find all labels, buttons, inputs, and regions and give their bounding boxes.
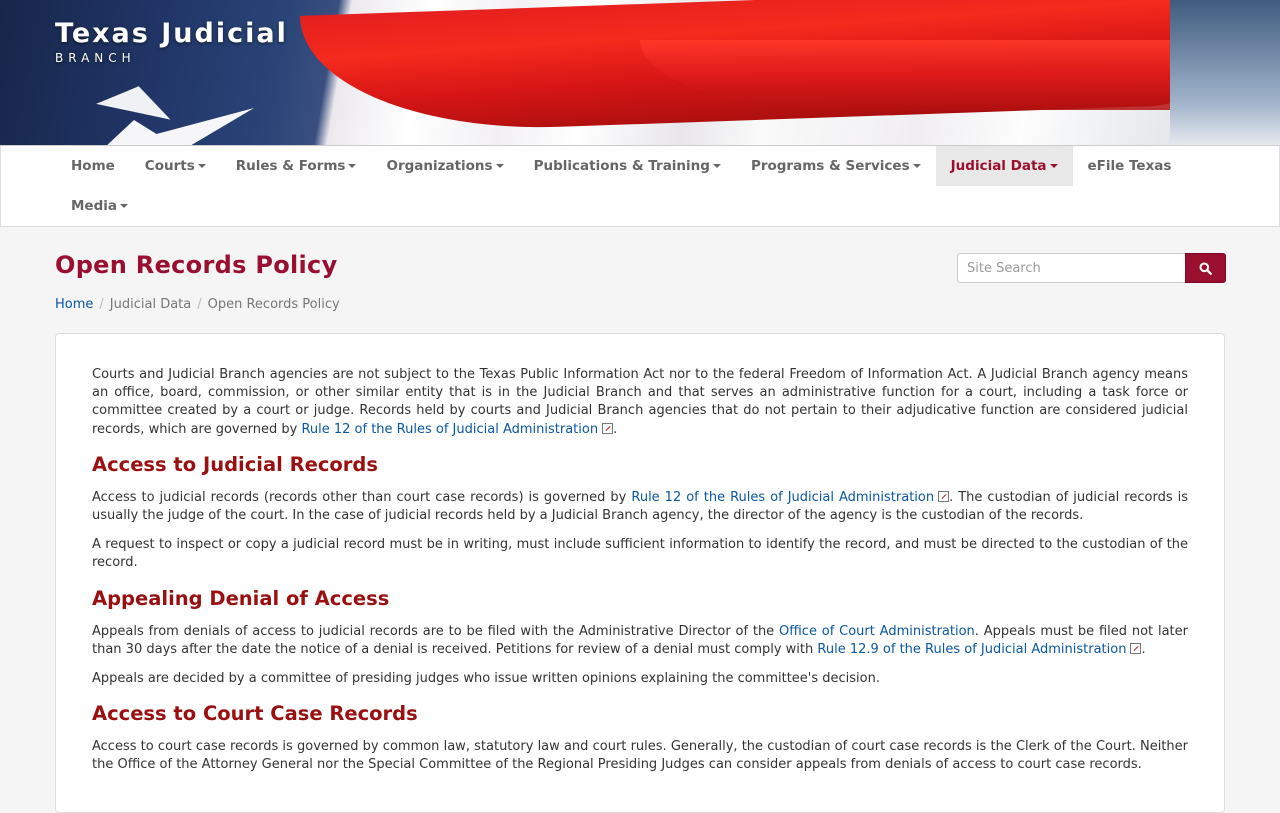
nav-item-programs-services[interactable]: Programs & Services: [736, 146, 936, 186]
content-panel: Courts and Judicial Branch agencies are …: [55, 333, 1225, 813]
breadcrumb-current: Open Records Policy: [207, 297, 340, 312]
nav-row-2: Media: [56, 186, 1279, 226]
search-button[interactable]: [1185, 253, 1226, 283]
intro-after: .: [613, 421, 618, 437]
site-logo[interactable]: Texas Judicial BRANCH: [55, 18, 288, 65]
paragraph: A request to inspect or copy a judicial …: [92, 537, 1188, 571]
nav-item-label: eFile Texas: [1087, 158, 1172, 174]
site-subtitle: BRANCH: [55, 51, 136, 65]
intro-text: Courts and Judicial Branch agencies are …: [92, 367, 1188, 437]
heading-access-judicial-records: Access to Judicial Records: [92, 452, 378, 476]
nav-item-organizations[interactable]: Organizations: [371, 146, 518, 186]
nav-item-label: Media: [71, 198, 117, 214]
breadcrumb-section: Judicial Data: [109, 297, 192, 312]
nav-item-label: Judicial Data: [950, 158, 1047, 174]
caret-down-icon: [912, 164, 921, 168]
paragraph: Appeals are decided by a committee of pr…: [92, 671, 880, 687]
flag-star-icon: [96, 78, 176, 120]
nav-item-label: Organizations: [386, 158, 493, 174]
nav-item-label: Programs & Services: [750, 158, 910, 174]
nav-item-label: Courts: [144, 158, 195, 174]
breadcrumb-separator: /: [197, 297, 202, 312]
site-search: [957, 253, 1226, 283]
nav-item-courts[interactable]: Courts: [130, 146, 221, 186]
heading-appealing-denial: Appealing Denial of Access: [92, 586, 390, 610]
paragraph: Access to judicial records (records othe…: [92, 489, 1188, 525]
intro-paragraph: Courts and Judicial Branch agencies are …: [92, 366, 1188, 439]
breadcrumb: Home / Judicial Data / Open Records Policy: [55, 297, 340, 312]
page-header: Open Records Policy Home / Judicial Data / O…: [0, 227, 1280, 333]
page-title: Open Records Policy: [55, 251, 338, 279]
caret-down-icon: [348, 164, 357, 168]
pdf-icon: [602, 422, 614, 434]
site-title[interactable]: Texas Judicial: [55, 18, 288, 49]
caret-down-icon: [495, 164, 504, 168]
nav-row-1: Home Courts Rules & Forms Organizations Publ…: [56, 146, 1279, 186]
nav-item-publications-training[interactable]: Publications & Training: [519, 146, 736, 186]
breadcrumb-home[interactable]: Home: [55, 297, 93, 312]
nav-item-rules-forms[interactable]: Rules & Forms: [221, 146, 372, 186]
caret-down-icon: [712, 164, 721, 168]
rule-12-link[interactable]: Rule 12 of the Rules of Judicial Adminis…: [631, 490, 934, 505]
paragraph: Access to court case records is governed…: [92, 739, 1188, 773]
flag-sky-edge: [1170, 0, 1280, 145]
pdf-icon: [938, 490, 950, 502]
nav-item-label: Rules & Forms: [235, 158, 346, 174]
flag-star-shape: [104, 108, 254, 145]
nav-item-label: Publications & Training: [533, 158, 710, 174]
nav-item-media[interactable]: Media: [56, 186, 143, 226]
paragraph-text: Access to judicial records (records othe…: [92, 489, 632, 505]
paragraph-text: Appeals from denials of access to judici…: [92, 623, 779, 639]
caret-down-icon: [120, 204, 128, 208]
search-input[interactable]: [957, 253, 1185, 283]
pdf-icon: [1130, 642, 1142, 654]
nav-item-label: Home: [71, 158, 115, 174]
caret-down-icon: [197, 164, 206, 168]
caret-down-icon: [1049, 164, 1058, 168]
paragraph: Appeals from denials of access to judici…: [92, 623, 1188, 659]
header-banner: Texas Judicial BRANCH: [0, 0, 1280, 145]
main-navigation: Home Courts Rules & Forms Organizations Publ…: [0, 145, 1280, 227]
rule-12-9-link[interactable]: Rule 12.9 of the Rules of Judicial Admin…: [817, 642, 1126, 657]
rule-12-link[interactable]: Rule 12 of the Rules of Judicial Adminis…: [301, 422, 598, 437]
heading-access-court-case-records: Access to Court Case Records: [92, 702, 418, 726]
nav-item-efile-texas[interactable]: eFile Texas: [1073, 146, 1187, 186]
nav-item-home[interactable]: Home: [56, 146, 130, 186]
nav-item-judicial-data[interactable]: Judicial Data: [935, 146, 1073, 186]
paragraph-text: .: [1141, 641, 1146, 657]
oca-link[interactable]: Office of Court Administration: [779, 624, 975, 639]
search-icon: [1199, 262, 1212, 275]
breadcrumb-separator: /: [99, 297, 104, 312]
